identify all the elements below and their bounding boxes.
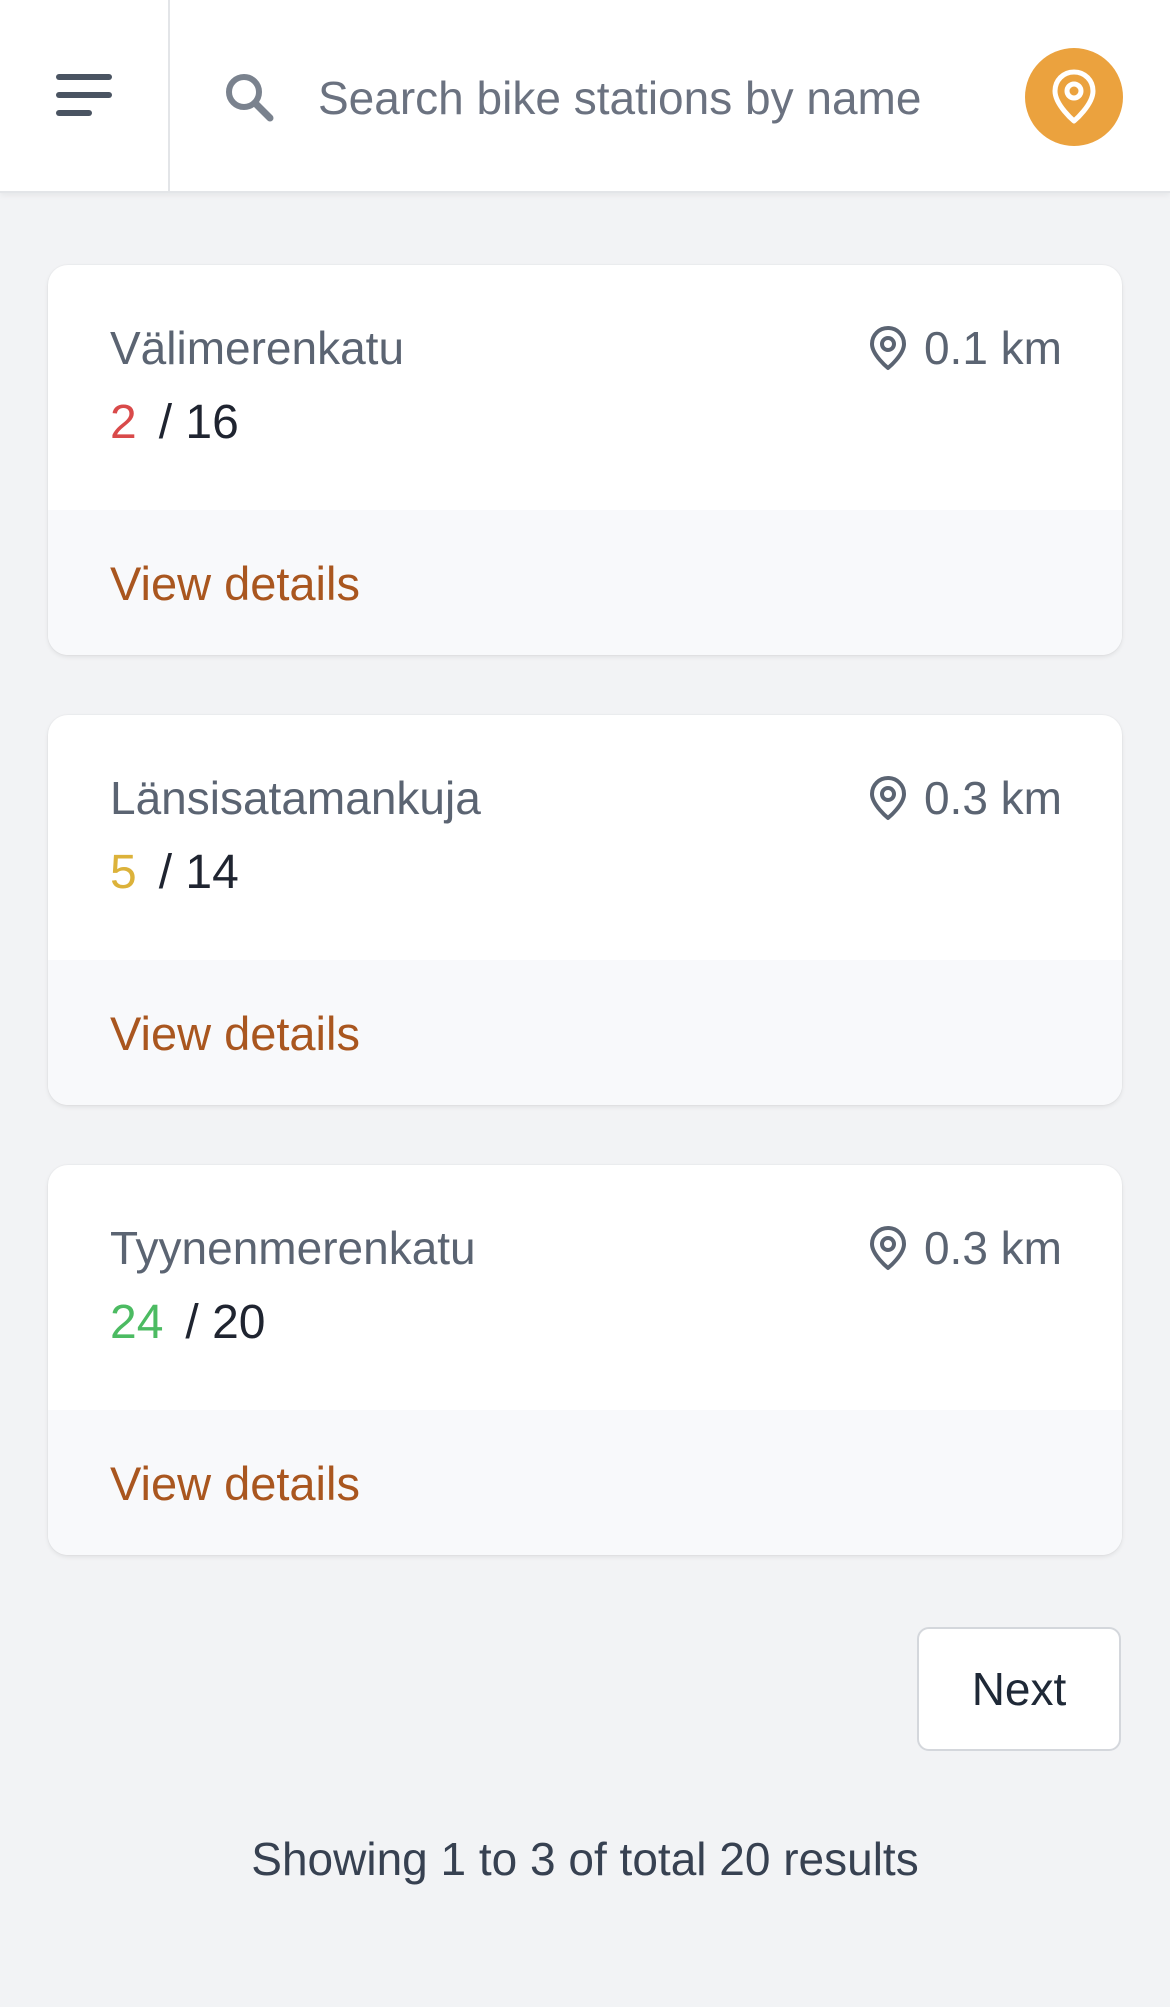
station-card-footer: View details: [48, 510, 1122, 655]
station-card: Länsisatamankuja 0.3 km 5 / 14 View deta…: [48, 715, 1122, 1105]
bike-availability: 5 / 14: [110, 845, 239, 900]
map-pin-icon: [869, 326, 906, 370]
station-card-footer: View details: [48, 960, 1122, 1105]
view-details-link[interactable]: View details: [110, 1456, 360, 1511]
station-capacity: / 20: [185, 1296, 266, 1349]
search-icon: [226, 74, 274, 122]
bike-availability: 2 / 16: [110, 395, 239, 450]
station-distance: 0.1 km: [868, 321, 1062, 375]
locate-me-button[interactable]: [1025, 48, 1123, 146]
station-distance: 0.3 km: [868, 771, 1062, 825]
location-pin-icon: [1052, 69, 1096, 124]
station-name: Välimerenkatu: [110, 322, 405, 374]
station-distance: 0.3 km: [868, 1221, 1062, 1275]
station-card: Välimerenkatu 0.1 km 2 / 16 View details: [48, 265, 1122, 655]
view-details-link[interactable]: View details: [110, 1006, 360, 1061]
station-card-body: Välimerenkatu 0.1 km 2 / 16: [48, 265, 1122, 510]
top-bar: [0, 0, 1170, 193]
menu-button[interactable]: [0, 0, 170, 191]
search-input[interactable]: [318, 60, 943, 136]
station-name: Tyynenmerenkatu: [110, 1222, 476, 1274]
station-card-body: Tyynenmerenkatu 0.3 km 24 / 20: [48, 1165, 1122, 1410]
distance-value: 0.3 km: [923, 1222, 1062, 1274]
distance-value: 0.1 km: [923, 322, 1062, 374]
available-bikes-count: 2: [110, 396, 137, 449]
view-details-link[interactable]: View details: [110, 556, 360, 611]
available-bikes-count: 5: [110, 846, 137, 899]
results-summary: Showing 1 to 3 of total 20 results: [251, 1833, 919, 1885]
next-page-button[interactable]: Next: [917, 1627, 1121, 1751]
station-card-footer: View details: [48, 1410, 1122, 1555]
station-capacity: / 14: [158, 846, 239, 899]
map-pin-icon: [869, 776, 906, 820]
station-card-body: Länsisatamankuja 0.3 km 5 / 14: [48, 715, 1122, 960]
map-pin-icon: [869, 1226, 906, 1270]
station-card: Tyynenmerenkatu 0.3 km 24 / 20 View deta…: [48, 1165, 1122, 1555]
station-capacity: / 16: [158, 396, 239, 449]
station-name: Länsisatamankuja: [110, 772, 481, 824]
available-bikes-count: 24: [110, 1296, 164, 1349]
bike-availability: 24 / 20: [110, 1295, 265, 1350]
distance-value: 0.3 km: [923, 772, 1062, 824]
